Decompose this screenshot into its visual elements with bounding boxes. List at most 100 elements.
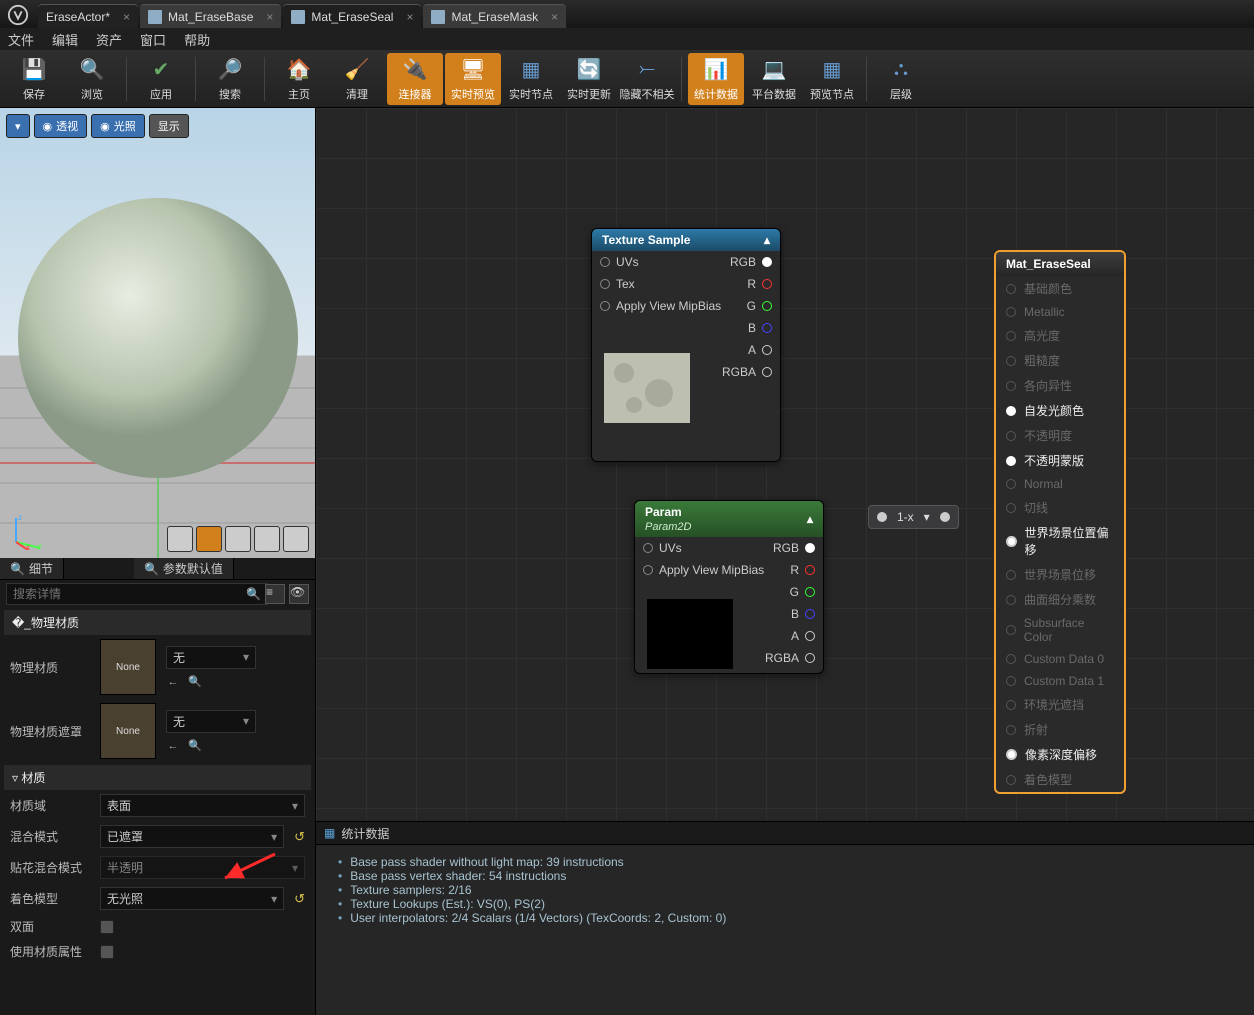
use-material-attributes-checkbox[interactable] [100,945,114,959]
category-material[interactable]: ▿ 材质 [4,765,311,790]
platform-stats-button[interactable]: 💻平台数据 [746,53,802,105]
input-pin[interactable] [877,512,887,522]
viewport-show-button[interactable]: 显示 [149,114,189,138]
close-icon[interactable]: × [406,10,413,24]
asset-thumbnail[interactable]: None [100,703,156,759]
prop-label: 物理材质 [10,659,90,676]
two-sided-checkbox[interactable] [100,920,114,934]
material-output-pin[interactable]: 各向异性 [996,373,1124,398]
preview-nodes-button[interactable]: ▦预览节点 [804,53,860,105]
reset-to-default-icon[interactable]: ↺ [294,891,305,907]
viewport-options-button[interactable]: ▾ [6,114,30,138]
material-output-pin[interactable]: Metallic [996,301,1124,323]
material-output-pin[interactable]: 环境光遮挡 [996,692,1124,717]
material-output-pin[interactable]: 切线 [996,495,1124,520]
stats-panel: •Base pass shader without light map: 39 … [316,845,1254,1015]
viewport-perspective-button[interactable]: ◉ 透视 [34,114,88,138]
apply-button[interactable]: ✔应用 [133,53,189,105]
node-material-output[interactable]: Mat_EraseSeal 基础颜色Metallic高光度粗糙度各向异性自发光颜… [994,250,1126,794]
tab-mat-erasemask[interactable]: Mat_EraseMask× [423,4,566,28]
material-output-pin[interactable]: 世界场景位移 [996,562,1124,587]
menu-help[interactable]: 帮助 [184,30,210,49]
connectors-button[interactable]: 🔌连接器 [387,53,443,105]
eye-toggle-button[interactable]: 👁 [289,584,309,604]
material-output-pin[interactable]: Normal [996,473,1124,495]
phys-material-combo[interactable]: 无▾ [166,646,256,669]
details-search-input[interactable] [6,583,268,605]
tab-erase-actor[interactable]: EraseActor*× [38,4,138,28]
material-domain-combo[interactable]: 表面▾ [100,794,305,817]
material-output-pin[interactable]: 像素深度偏移 [996,742,1124,767]
asset-thumbnail[interactable]: None [100,639,156,695]
plug-icon: 🔌 [400,56,430,84]
material-output-pin[interactable]: 世界场景位置偏移 [996,520,1124,562]
shading-model-combo[interactable]: 无光照▾ [100,887,284,910]
node-param2d[interactable]: ParamParam2D▴ UVsRGB Apply View MipBiasR… [634,500,824,674]
material-output-pin[interactable]: 不透明度 [996,423,1124,448]
find-icon[interactable]: 🔍 [188,739,202,753]
live-nodes-button[interactable]: ▦实时节点 [503,53,559,105]
stats-button[interactable]: 📊统计数据 [688,53,744,105]
find-icon[interactable]: 🔍 [188,675,202,689]
stats-panel-header[interactable]: ▦ 统计数据 [316,821,1254,845]
preview-cube-button[interactable] [254,526,280,552]
tab-mat-eraseseal[interactable]: Mat_EraseSeal× [283,4,421,28]
tab-param-defaults[interactable]: 🔍参数默认值 [134,558,234,579]
material-output-pin[interactable]: Custom Data 0 [996,648,1124,670]
output-pin[interactable] [940,512,950,522]
tab-mat-erasebase[interactable]: Mat_EraseBase× [140,4,281,28]
material-output-pin[interactable]: 着色模型 [996,767,1124,792]
preview-plane-button[interactable] [225,526,251,552]
material-preview-viewport[interactable]: ▾ ◉ 透视 ◉ 光照 显示 z y x [0,108,315,558]
node-texture-sample[interactable]: Texture Sample▴ UVsRGB TexR Apply View M… [591,228,781,462]
prop-label: 物理材质遮罩 [10,723,90,740]
save-button[interactable]: 💾保存 [6,53,62,105]
home-icon: 🏠 [284,56,314,84]
menu-asset[interactable]: 资产 [96,30,122,49]
material-output-pin[interactable]: 不透明蒙版 [996,448,1124,473]
menu-file[interactable]: 文件 [8,30,34,49]
hierarchy-button[interactable]: ⛬层级 [873,53,929,105]
blend-mode-combo[interactable]: 已遮罩▾ [100,825,284,848]
material-output-pin[interactable]: 粗糙度 [996,348,1124,373]
material-output-pin[interactable]: 折射 [996,717,1124,742]
chevron-up-icon[interactable]: ▴ [807,512,813,526]
arrow-left-icon[interactable]: ← [166,739,180,753]
material-output-pin[interactable]: Subsurface Color [996,612,1124,648]
viewport-lit-button[interactable]: ◉ 光照 [91,114,145,138]
hide-unrelated-button[interactable]: ⤚隐藏不相关 [619,53,675,105]
chevron-down-icon[interactable]: ▾ [924,510,930,524]
live-update-button[interactable]: 🔄实时更新 [561,53,617,105]
tab-details[interactable]: 🔍细节 [0,558,64,579]
preview-mesh-button[interactable] [283,526,309,552]
material-output-pin[interactable]: 高光度 [996,323,1124,348]
browse-button[interactable]: 🔍浏览 [64,53,120,105]
preview-cylinder-button[interactable] [167,526,193,552]
material-graph[interactable]: Texture Sample▴ UVsRGB TexR Apply View M… [316,108,1254,821]
close-icon[interactable]: × [123,10,130,24]
stats-icon: ▦ [324,826,335,840]
material-output-pin[interactable]: 自发光颜色 [996,398,1124,423]
search-button[interactable]: 🔎搜索 [202,53,258,105]
preview-sphere-button[interactable] [196,526,222,552]
menu-window[interactable]: 窗口 [140,30,166,49]
material-output-pin[interactable]: 曲面细分乘数 [996,587,1124,612]
close-icon[interactable]: × [551,10,558,24]
material-output-pin[interactable]: Custom Data 1 [996,670,1124,692]
material-output-pin[interactable]: 基础颜色 [996,276,1124,301]
clean-button[interactable]: 🧹清理 [329,53,385,105]
chevron-up-icon[interactable]: ▴ [764,233,770,247]
phys-mask-combo[interactable]: 无▾ [166,710,256,733]
reset-to-default-icon[interactable]: ↺ [294,829,305,845]
home-button[interactable]: 🏠主页 [271,53,327,105]
live-preview-button[interactable]: 🖥实时预览 [445,53,501,105]
close-icon[interactable]: × [266,10,273,24]
decal-blend-combo[interactable]: 半透明▾ [100,856,305,879]
node-one-minus[interactable]: 1-x▾ [868,505,959,529]
view-options-button[interactable]: ≡ [265,584,285,604]
category-physical-material[interactable]: �_物理材质 [4,610,311,635]
monitor-icon: 🖥 [458,56,488,84]
menu-edit[interactable]: 编辑 [52,30,78,49]
arrow-left-icon[interactable]: ← [166,675,180,689]
stats-line: •Texture Lookups (Est.): VS(0), PS(2) [338,897,1232,911]
